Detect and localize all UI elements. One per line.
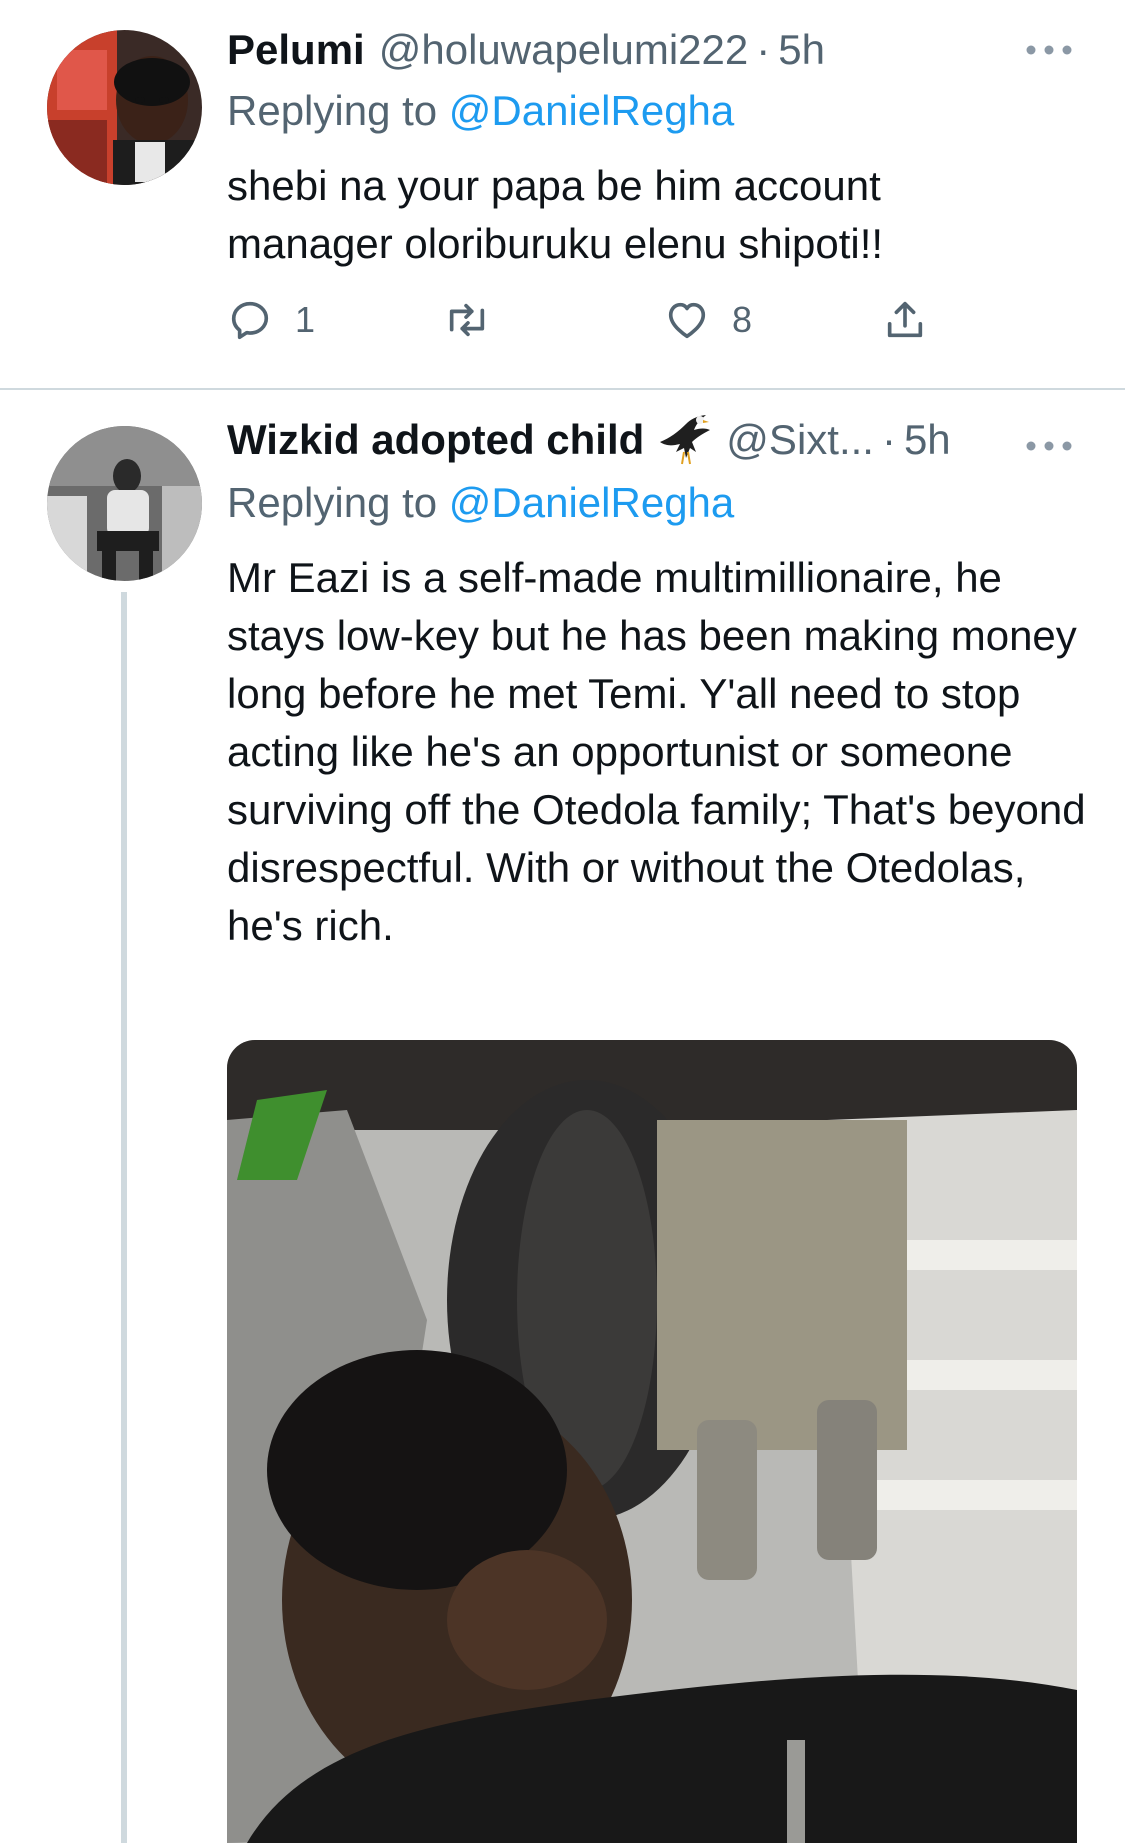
- photo-man-under-vehicle: [227, 1040, 1077, 1843]
- tweet-divider: [0, 388, 1125, 390]
- profile-photo-man: [47, 30, 202, 185]
- replying-to-label: Replying to: [227, 479, 438, 526]
- reply-icon: [231, 301, 269, 340]
- share-icon: [887, 301, 923, 338]
- user-handle[interactable]: @holuwapelumi222: [379, 26, 749, 74]
- tweet-pelumi[interactable]: Pelumi @holuwapelumi222 · 5h Replying to…: [0, 0, 1125, 390]
- eagle-icon: [660, 415, 711, 465]
- separator-dot: ·: [756, 26, 771, 73]
- retweet-icon: [449, 303, 485, 337]
- timestamp[interactable]: 5h: [904, 416, 951, 464]
- thread-line: [121, 592, 127, 1843]
- replying-to-label: Replying to: [227, 87, 438, 134]
- more-options-icon[interactable]: [1025, 40, 1073, 60]
- display-name[interactable]: Wizkid adopted child: [227, 416, 644, 464]
- share-button[interactable]: [882, 290, 928, 350]
- tweet-media[interactable]: [227, 1040, 1077, 1843]
- avatar[interactable]: [47, 426, 202, 581]
- retweet-button[interactable]: [442, 290, 514, 350]
- like-count: 8: [732, 299, 753, 340]
- replying-to: Replying to @DanielRegha: [227, 87, 734, 135]
- reply-count: 1: [295, 299, 316, 340]
- user-handle[interactable]: @Sixt...: [726, 416, 874, 464]
- replying-to: Replying to @DanielRegha: [227, 479, 734, 527]
- display-name[interactable]: Pelumi: [227, 26, 365, 74]
- tweet-header: Pelumi @holuwapelumi222 · 5h: [227, 22, 825, 78]
- tweet-actions: 1 8: [227, 290, 967, 350]
- reply-button[interactable]: 1: [227, 290, 315, 350]
- like-button[interactable]: 8: [664, 290, 752, 350]
- separator-dot: ·: [881, 416, 896, 463]
- avatar[interactable]: [47, 30, 202, 185]
- heart-icon: [668, 302, 706, 339]
- timestamp[interactable]: 5h: [778, 26, 825, 74]
- mention-link[interactable]: @DanielRegha: [449, 87, 734, 134]
- more-options-icon[interactable]: [1025, 436, 1073, 456]
- tweet-text: Mr Eazi is a self-made multimillionaire,…: [227, 554, 1086, 949]
- tweet-text: shebi na your papa be him account manage…: [227, 162, 884, 267]
- mention-link[interactable]: @DanielRegha: [449, 479, 734, 526]
- tweet-header: Wizkid adopted child @Sixt... · 5h: [227, 412, 951, 468]
- profile-photo-sitting-man: [47, 426, 202, 581]
